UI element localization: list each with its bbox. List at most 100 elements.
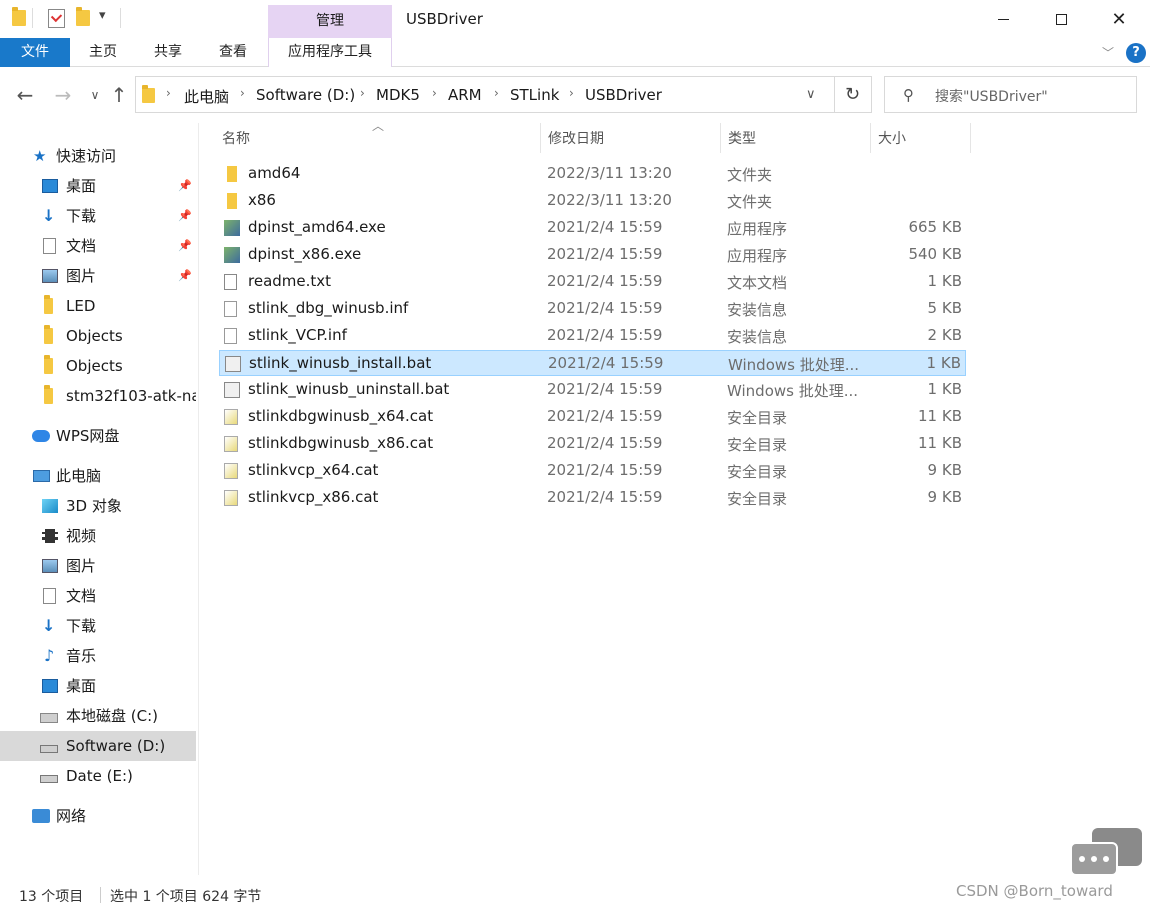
search-input[interactable]: 搜索"USBDriver" [935, 86, 1048, 106]
file-row[interactable]: stlinkvcp_x86.cat 2021/2/4 15:59 安全目录 9 KB [219, 485, 966, 511]
file-row[interactable]: stlink_dbg_winusb.inf 2021/2/4 15:59 安装信息 5… [219, 296, 966, 322]
sidebar-item-label: 网络 [56, 807, 87, 825]
sidebar-item-desktop[interactable]: 桌面 [0, 671, 196, 701]
file-row[interactable]: readme.txt 2021/2/4 15:59 文本文档 1 KB [219, 269, 966, 295]
sidebar-item-documents[interactable]: 文档 [0, 581, 196, 611]
sidebar-item-wps-drive[interactable]: WPS网盘 [0, 421, 196, 451]
batch-file-icon [224, 382, 240, 398]
file-size: 540 KB [908, 245, 962, 263]
item-count: 13 个项目 [19, 889, 84, 905]
pin-icon[interactable]: 📌 [178, 261, 192, 291]
pin-icon[interactable]: 📌 [178, 201, 192, 231]
sidebar-item-videos[interactable]: 视频 [0, 521, 196, 551]
sidebar-item-quick-access[interactable]: ★ 快速访问 [0, 141, 196, 171]
column-divider[interactable] [720, 123, 721, 153]
file-row[interactable]: dpinst_amd64.exe 2021/2/4 15:59 应用程序 665 KB [219, 215, 966, 241]
breadcrumb-software-d[interactable]: Software (D:) [256, 86, 355, 104]
tab-file[interactable]: 文件 [0, 38, 70, 67]
column-header-name[interactable]: 名称 [222, 128, 250, 148]
back-arrow-icon[interactable]: ← [14, 83, 36, 107]
file-row[interactable]: stlink_winusb_uninstall.bat 2021/2/4 15:5… [219, 377, 966, 403]
sidebar-item-label: Objects [66, 327, 123, 345]
minimize-button[interactable] [974, 0, 1032, 38]
breadcrumb-separator-icon: › [569, 86, 574, 100]
forward-arrow-icon[interactable]: → [52, 83, 74, 107]
sidebar-item-network[interactable]: 网络 [0, 801, 196, 831]
sidebar-item-objects[interactable]: Objects [0, 351, 196, 381]
tab-home[interactable]: 主页 [78, 38, 128, 67]
sidebar-item-label: stm32f103-atk-nano [66, 387, 196, 405]
pin-icon[interactable]: 📌 [178, 231, 192, 261]
file-name: amd64 [248, 164, 301, 182]
close-button[interactable]: ✕ [1090, 0, 1148, 38]
sidebar-item-stm32-folder[interactable]: stm32f103-atk-nano [0, 381, 196, 411]
maximize-button[interactable] [1032, 0, 1090, 38]
address-dropdown-chevron-icon[interactable]: ∨ [806, 87, 816, 102]
column-header-type[interactable]: 类型 [728, 128, 756, 148]
breadcrumb-usbdriver[interactable]: USBDriver [585, 86, 662, 104]
tab-application-tools[interactable]: 应用程序工具 [268, 38, 392, 67]
sidebar-item-objects[interactable]: Objects [0, 321, 196, 351]
computer-icon [33, 470, 50, 482]
chevron-down-icon[interactable]: ﹀ [1102, 44, 1114, 61]
new-folder-icon[interactable] [76, 7, 90, 26]
column-header-size[interactable]: 大小 [878, 128, 906, 148]
sidebar-item-local-disk-c[interactable]: 本地磁盘 (C:) [0, 701, 196, 731]
file-modified-date: 2021/2/4 15:59 [547, 218, 663, 236]
properties-icon[interactable] [48, 9, 65, 28]
breadcrumb-stlink[interactable]: STLink [510, 86, 559, 104]
file-size: 11 KB [918, 434, 962, 452]
sidebar-item-desktop[interactable]: 桌面 📌 [0, 171, 196, 201]
folder-icon [44, 355, 53, 374]
batch-file-icon [225, 356, 241, 372]
column-divider[interactable] [540, 123, 541, 153]
quick-access-dropdown-icon[interactable]: ▾ [99, 8, 106, 23]
sidebar-item-software-d[interactable]: Software (D:) [0, 731, 196, 761]
breadcrumb-this-pc[interactable]: 此电脑 [184, 86, 229, 107]
sidebar-item-3d-objects[interactable]: 3D 对象 [0, 491, 196, 521]
sidebar-item-downloads[interactable]: ↓ 下载 📌 [0, 201, 196, 231]
file-modified-date: 2021/2/4 15:59 [547, 461, 663, 479]
file-row[interactable]: stlinkdbgwinusb_x64.cat 2021/2/4 15:59 安全目… [219, 404, 966, 430]
file-row[interactable]: stlink_VCP.inf 2021/2/4 15:59 安装信息 2 KB [219, 323, 966, 349]
search-box[interactable]: ⚲ 搜索"USBDriver" [884, 76, 1137, 113]
sidebar-item-downloads[interactable]: ↓ 下载 [0, 611, 196, 641]
sidebar-item-label: 3D 对象 [66, 497, 122, 515]
sidebar-item-pictures[interactable]: 图片 📌 [0, 261, 196, 291]
file-row[interactable]: stlinkdbgwinusb_x86.cat 2021/2/4 15:59 安全目… [219, 431, 966, 457]
file-row[interactable]: stlink_winusb_install.bat 2021/2/4 15:59 W… [219, 350, 966, 376]
windows-drive-icon [40, 713, 58, 723]
tab-share[interactable]: 共享 [143, 38, 193, 67]
sidebar-item-pictures[interactable]: 图片 [0, 551, 196, 581]
column-divider[interactable] [970, 123, 971, 153]
up-arrow-icon[interactable]: ↑ [108, 83, 130, 107]
file-name: dpinst_amd64.exe [248, 218, 386, 236]
sidebar-item-label: 桌面 [66, 677, 97, 695]
file-name: x86 [248, 191, 276, 209]
sidebar-item-date-e[interactable]: Date (E:) [0, 761, 196, 791]
refresh-button[interactable]: ↻ [834, 76, 872, 113]
file-name: readme.txt [248, 272, 332, 290]
breadcrumb-arm[interactable]: ARM [448, 86, 482, 104]
sidebar-item-music[interactable]: ♪ 音乐 [0, 641, 196, 671]
file-type: 文件夹 [727, 166, 773, 184]
help-button[interactable]: ? [1126, 43, 1146, 63]
file-row[interactable]: amd64 2022/3/11 13:20 文件夹 [219, 161, 966, 187]
video-icon [42, 529, 58, 543]
recent-locations-chevron-icon[interactable]: ∨ [84, 88, 106, 102]
file-name: stlink_dbg_winusb.inf [248, 299, 409, 317]
watermark: CSDN @Born_toward [956, 882, 1113, 900]
column-divider[interactable] [870, 123, 871, 153]
sidebar-item-this-pc[interactable]: 此电脑 [0, 461, 196, 491]
sidebar-item-led[interactable]: LED [0, 291, 196, 321]
sidebar-item-documents[interactable]: 文档 📌 [0, 231, 196, 261]
breadcrumb-mdk5[interactable]: MDK5 [376, 86, 420, 104]
column-header-date[interactable]: 修改日期 [548, 128, 604, 148]
file-row[interactable]: dpinst_x86.exe 2021/2/4 15:59 应用程序 540 KB [219, 242, 966, 268]
catalog-icon [224, 463, 238, 479]
tab-view[interactable]: 查看 [208, 38, 258, 67]
file-row[interactable]: x86 2022/3/11 13:20 文件夹 [219, 188, 966, 214]
address-bar[interactable]: › 此电脑 › Software (D:) › MDK5 › ARM › STL… [135, 76, 835, 113]
file-row[interactable]: stlinkvcp_x64.cat 2021/2/4 15:59 安全目录 9 KB [219, 458, 966, 484]
pin-icon[interactable]: 📌 [178, 171, 192, 201]
